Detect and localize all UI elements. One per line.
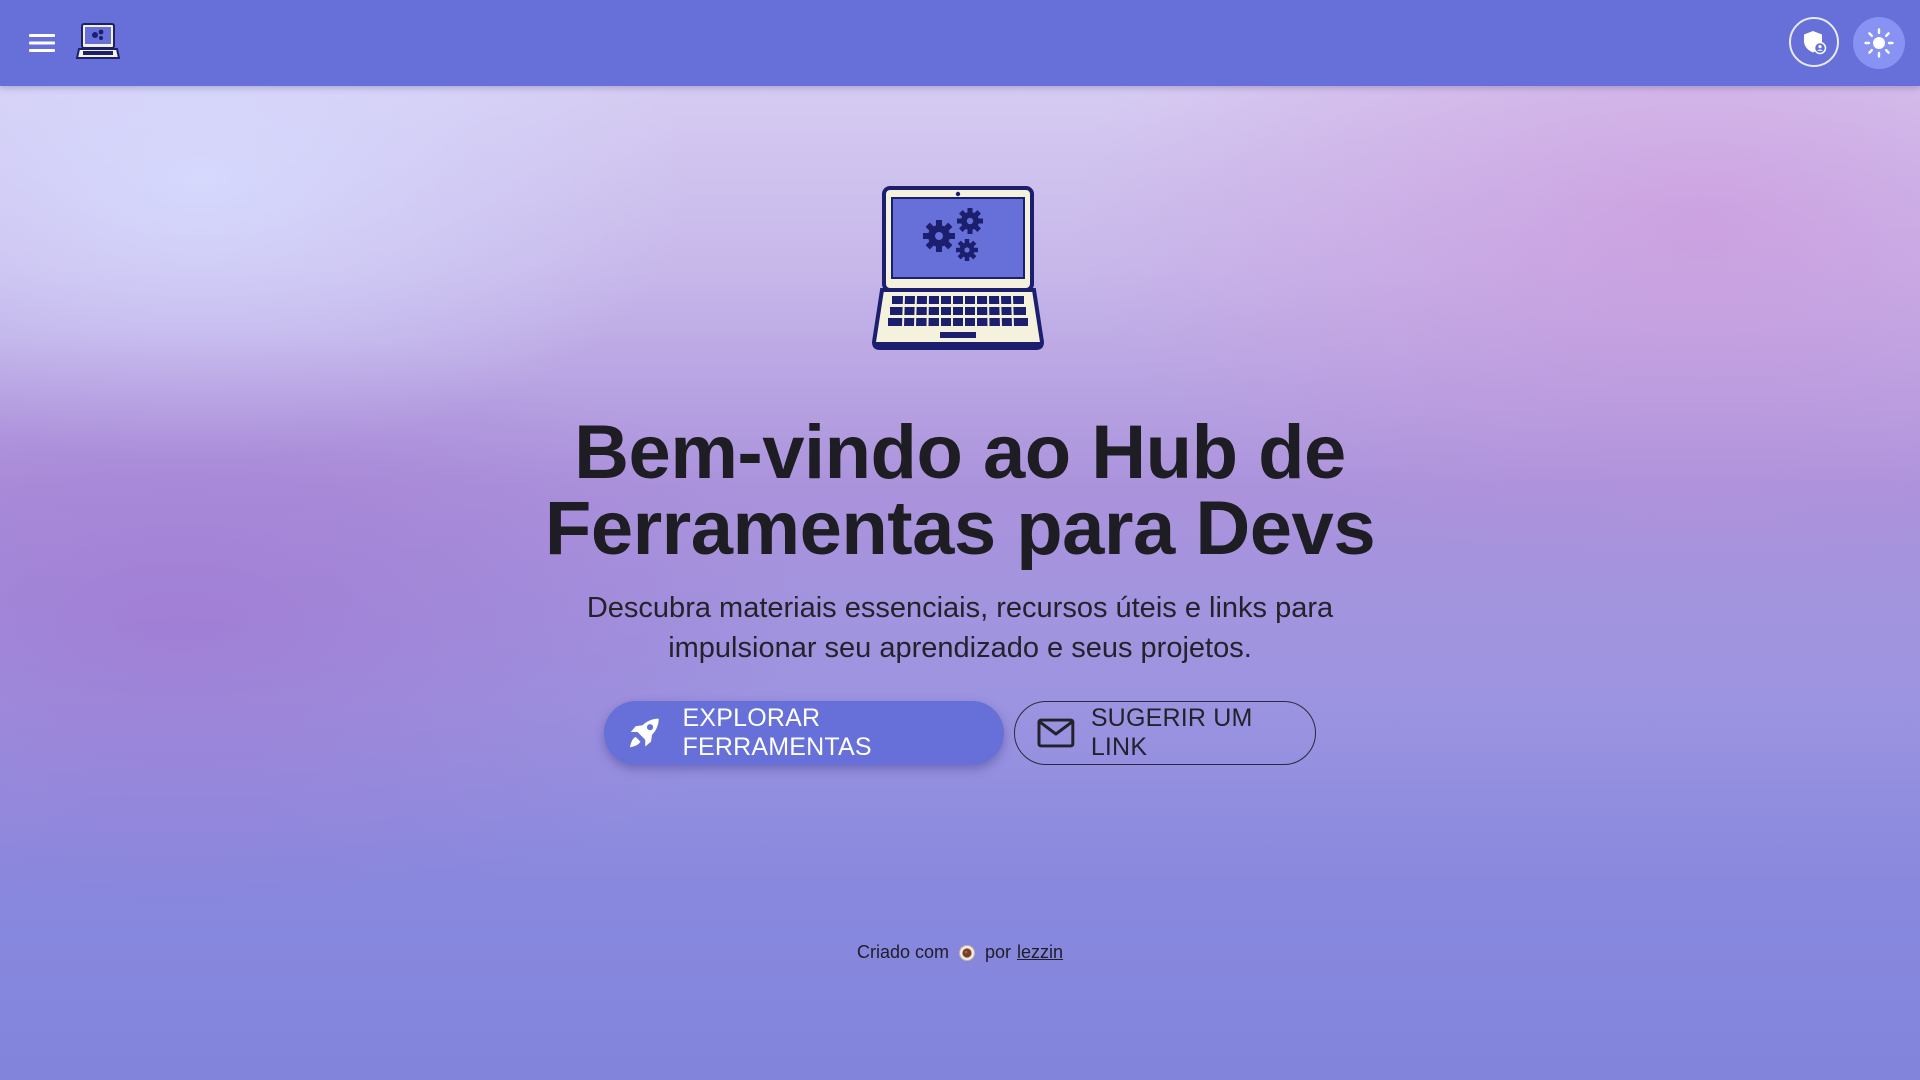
explore-tools-button[interactable]: EXPLORAR FERRAMENTAS	[604, 701, 1004, 765]
page-subtitle: Descubra materiais essenciais, recursos …	[586, 592, 1334, 664]
app-logo[interactable]	[75, 21, 121, 63]
top-app-bar	[0, 0, 1920, 86]
laptop-gears-illustration-icon	[871, 186, 1045, 350]
suggest-link-button[interactable]: SUGERIR UM LINK	[1014, 701, 1316, 765]
menu-icon	[29, 34, 55, 52]
theme-toggle-button[interactable]	[1853, 17, 1905, 69]
footer-middle: por	[984, 942, 1011, 962]
page-title: Bem-vindo ao Hub de Ferramentas para Dev…	[544, 410, 1376, 571]
rocket-icon	[629, 718, 659, 748]
explore-tools-label: EXPLORAR FERRAMENTAS	[682, 704, 872, 761]
author-link[interactable]: lezzin	[1017, 942, 1063, 963]
suggest-link-label: SUGERIR UM LINK	[1090, 704, 1253, 761]
footer: Criado com por lezzin	[0, 942, 1920, 963]
admin-shield-icon	[1804, 31, 1827, 55]
mail-icon	[1037, 718, 1075, 748]
menu-button[interactable]	[22, 25, 62, 61]
admin-button[interactable]	[1789, 17, 1839, 67]
sun-icon	[1864, 28, 1894, 58]
coffee-icon	[958, 944, 976, 962]
laptop-gears-logo-icon	[75, 23, 121, 59]
footer-prefix: Criado com	[856, 942, 949, 962]
hero-illustration	[870, 184, 1046, 354]
